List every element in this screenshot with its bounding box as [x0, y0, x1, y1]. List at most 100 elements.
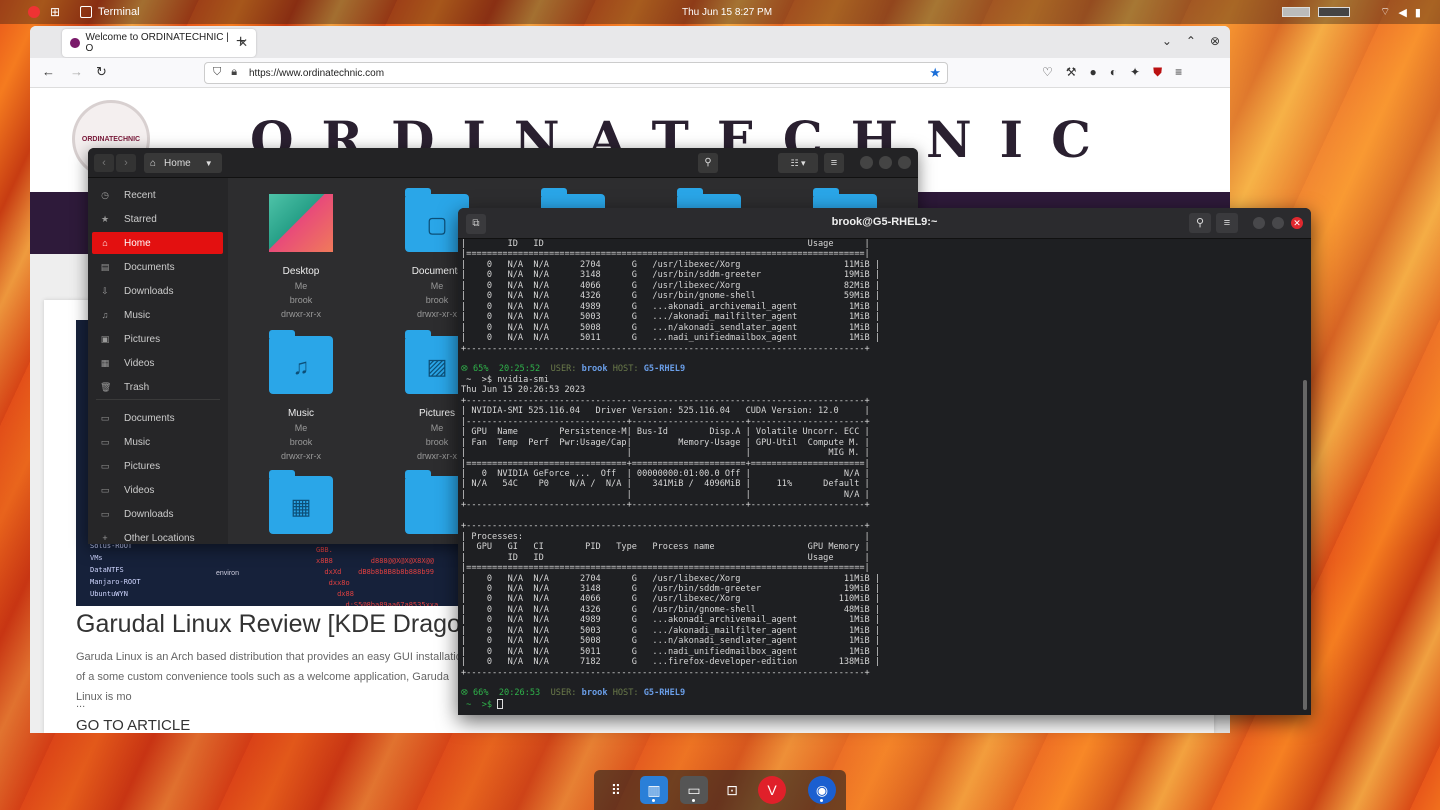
hamburger-menu-icon[interactable]: ≡ — [1175, 65, 1182, 80]
file-perms: drwxr-xr-x — [281, 451, 321, 461]
bookmark-star-icon[interactable]: ★ — [929, 65, 941, 81]
sidebar-item-label: Home — [124, 237, 151, 249]
forward-icon[interactable]: → — [70, 64, 83, 79]
terminal-window[interactable]: ⧉ brook@G5-RHEL9:~ ⚲ ≡ ✕ | ID ID Usage |… — [458, 208, 1311, 715]
terminal-line: | Fan Temp Perf Pwr:Usage/Cap| Memory-Us… — [461, 437, 870, 448]
maximize-icon[interactable]: ⌃ — [1186, 34, 1196, 48]
extension-b-icon[interactable]: ● — [1090, 65, 1097, 80]
file-item-videos[interactable]: ▦ — [256, 470, 346, 534]
minimize-button[interactable] — [860, 156, 873, 169]
battery-icon[interactable]: ▮ — [1415, 6, 1421, 19]
search-icon[interactable]: ⚲ — [698, 153, 718, 173]
close-window-icon[interactable]: ⊗ — [1210, 34, 1220, 48]
distro-logo-icon[interactable] — [28, 6, 40, 18]
terminal-headerbar: ⧉ brook@G5-RHEL9:~ ⚲ ≡ ✕ — [458, 208, 1311, 239]
sidebar-item-label: Trash — [124, 381, 150, 393]
browser-tab[interactable]: Welcome to ORDINATECHNIC | O ✕ — [62, 29, 256, 57]
starred-icon: ★ — [100, 213, 110, 224]
go-to-article-link[interactable]: GO TO ARTICLE — [76, 717, 190, 733]
maximize-button[interactable] — [879, 156, 892, 169]
new-tab-button[interactable]: + — [236, 33, 245, 51]
sidebar-item-videos[interactable]: ▦ Videos — [92, 352, 223, 374]
lock-icon[interactable]: 🔒︎ — [231, 66, 237, 79]
sidebar-item-home[interactable]: ⌂ Home — [92, 232, 223, 254]
view-options-button[interactable]: ☷ ▾ — [778, 153, 818, 173]
terminal-line: | 0 N/A N/A 4326 G /usr/bin/gnome-shell … — [461, 291, 881, 302]
extension-dark-icon[interactable]: ◐ — [1110, 65, 1117, 80]
sidebar-item-recent[interactable]: ◷ Recent — [92, 184, 223, 206]
chevron-down-icon[interactable]: ⌄ — [1162, 34, 1172, 48]
app-grid-icon[interactable]: ⊞ — [50, 5, 60, 19]
sidebar-item-music[interactable]: ▭ Music — [92, 431, 223, 453]
file-item-music[interactable]: ♫ Music Me brook drwxr-xr-x — [256, 330, 346, 463]
home-icon: ⌂ — [102, 238, 108, 248]
software-icon[interactable]: ⊡ — [718, 776, 746, 804]
activities-group[interactable]: ⊞ — [28, 0, 60, 24]
sidebar-divider — [96, 399, 220, 400]
maximize-button[interactable] — [1272, 217, 1284, 229]
videos-icon: ▦ — [100, 357, 110, 368]
terminal-scrollbar[interactable] — [1303, 380, 1307, 710]
terminal-line: | 0 N/A N/A 5003 G .../akonadi_mailfilte… — [461, 625, 881, 636]
sidebar-item-label: Other Locations — [124, 532, 195, 544]
volume-icon[interactable]: ◀ — [1398, 6, 1406, 19]
sidebar-item-music[interactable]: ♫ Music — [92, 304, 223, 326]
command-input-line[interactable]: ~ >$ — [461, 698, 1297, 710]
close-icon[interactable]: ✕ — [1291, 217, 1303, 229]
sidebar-item-pictures[interactable]: ▭ Pictures — [92, 455, 223, 477]
search-icon[interactable]: ⚲ — [1189, 213, 1211, 233]
sidebar-item-downloads[interactable]: ▭ Downloads — [92, 503, 223, 525]
app-grid-icon[interactable]: ⠿ — [602, 776, 630, 804]
hamburger-menu-icon[interactable]: ≡ — [1216, 213, 1238, 233]
sidebar-item-downloads[interactable]: ⇩ Downloads — [92, 280, 223, 302]
sidebar-item-other-locations[interactable]: + Other Locations — [92, 527, 223, 544]
active-app-label: Terminal — [98, 6, 140, 18]
url-security-icons: ⛉ 🔒︎ — [213, 66, 237, 79]
close-button[interactable] — [898, 156, 911, 169]
sidebar-item-documents[interactable]: ▤ Documents — [92, 256, 223, 278]
sidebar-item-starred[interactable]: ★ Starred — [92, 208, 223, 230]
sidebar-item-videos[interactable]: ▭ Videos — [92, 479, 223, 501]
extension-puzzle-icon[interactable]: ✦ — [1130, 65, 1140, 80]
file-perms: drwxr-xr-x — [281, 309, 321, 319]
back-icon[interactable]: ← — [42, 64, 55, 79]
window-controls: ✕ — [1253, 217, 1303, 229]
clock[interactable]: Thu Jun 15 8:27 PM — [682, 0, 772, 24]
terminal-icon[interactable]: ▭ — [680, 776, 708, 804]
sidebar-item-pictures[interactable]: ▣ Pictures — [92, 328, 223, 350]
wrench-icon[interactable]: ⚒ — [1066, 65, 1077, 80]
dropdown-icon[interactable]: ▼ — [205, 159, 213, 168]
terminal-output[interactable]: | ID ID Usage | |========================… — [461, 239, 1297, 715]
pocket-icon[interactable]: ♡ — [1042, 65, 1053, 80]
reload-icon[interactable]: ↻ — [96, 64, 107, 80]
trash-icon: 🗑 — [100, 381, 112, 392]
sidebar-item-label: Starred — [124, 213, 157, 225]
wifi-icon[interactable]: ⌔ — [1380, 5, 1390, 19]
workspace-indicator-1[interactable] — [1282, 7, 1310, 17]
minimize-button[interactable] — [1253, 217, 1265, 229]
active-app-menu[interactable]: Terminal — [80, 0, 140, 24]
ublock-icon[interactable]: ⛊ — [1153, 65, 1162, 80]
system-tray[interactable]: ⌔ ◀ ▮ — [1282, 0, 1421, 24]
sidebar-item-trash[interactable]: 🗑 Trash — [92, 376, 223, 398]
path-bar[interactable]: ⌂ Home ▼ — [144, 153, 222, 173]
shield-icon[interactable]: ⛉ — [213, 66, 221, 79]
terminal-line: ~ >$ nvidia-smi — [461, 374, 549, 385]
forward-icon[interactable]: › — [116, 154, 136, 172]
back-icon[interactable]: ‹ — [94, 154, 114, 172]
file-owner: Me — [294, 281, 308, 291]
file-item-desktop[interactable]: Desktop Me brook drwxr-xr-x — [256, 194, 346, 321]
files-icon[interactable]: ▥ — [640, 776, 668, 804]
workspace-indicator-2[interactable] — [1318, 7, 1350, 17]
terminal-line: | 0 N/A N/A 4066 G /usr/libexec/Xorg 82M… — [461, 280, 881, 291]
article-title[interactable]: Garudal Linux Review [KDE Dragonize — [76, 610, 507, 639]
url-bar[interactable]: ⛉ 🔒︎ https://www.ordinatechnic.com ★ — [204, 62, 948, 84]
hamburger-menu-icon[interactable]: ≡ — [824, 153, 844, 173]
vivaldi-icon[interactable]: V — [758, 776, 786, 804]
terminal-line: | GPU Name Persistence-M| Bus-Id Disp.A … — [461, 427, 870, 438]
sidebar-item-documents[interactable]: ▭ Documents — [92, 407, 223, 429]
firefox-icon[interactable]: ◉ — [808, 776, 836, 804]
image-label: environ — [216, 570, 239, 577]
image-text-line: Manjaro-ROOT — [90, 578, 141, 586]
